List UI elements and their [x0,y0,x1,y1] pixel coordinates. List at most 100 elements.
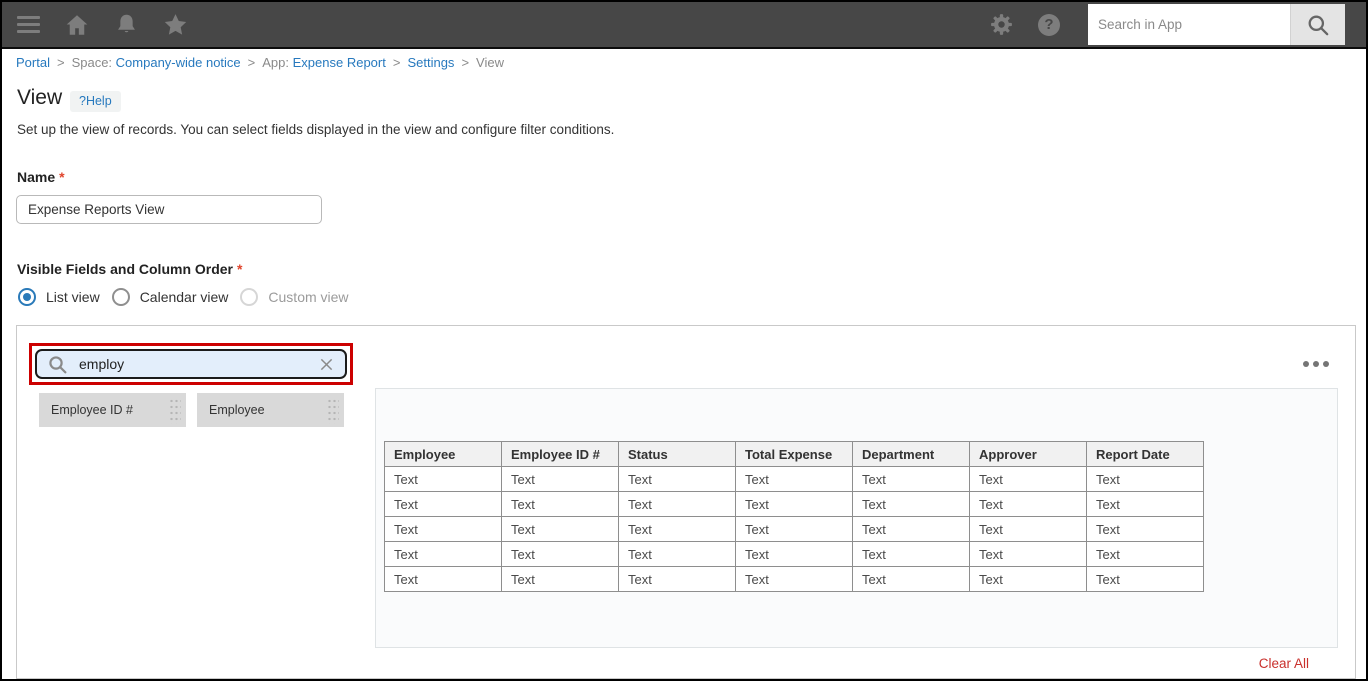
breadcrumb-link[interactable]: Settings [407,55,454,70]
view-name-input[interactable] [16,195,322,224]
breadcrumb: Portal > Space: Company-wide notice > App: E… [16,55,504,70]
page-title: View [17,86,63,109]
preview-table-cell: Text [969,566,1087,592]
home-icon[interactable] [63,11,91,39]
preview-table-cell: Text [501,466,619,492]
field-chip-label: Employee [209,403,265,417]
preview-table-cell: Text [618,516,736,542]
topbar-right-controls: ? [987,2,1366,47]
preview-table-cell: Text [501,566,619,592]
preview-table-cell: Text [852,541,970,567]
radio-circle-icon [18,288,36,306]
breadcrumb-separator: > [56,55,65,70]
search-in-app-input[interactable] [1088,4,1290,45]
help-link[interactable]: ?Help [70,91,121,112]
radio-option-list-view[interactable]: List view [18,288,100,306]
drag-handle-icon [326,396,339,424]
preview-table-cell: Text [969,491,1087,517]
drag-handle-icon [168,396,181,424]
visible-fields-label: Visible Fields and Column Order * [17,261,242,277]
highlight-rectangle [29,343,353,385]
preview-table-cell: Text [852,516,970,542]
preview-table-row: Text Text Text Text Text Text Text [384,566,1204,592]
radio-label: List view [46,289,100,305]
favorites-star-icon[interactable] [161,11,189,39]
app-search [1088,4,1345,45]
preview-table-cell: Text [735,566,853,592]
preview-column-header[interactable]: Employee [384,441,502,467]
breadcrumb-separator: > [461,55,470,70]
preview-table-cell: Text [618,566,736,592]
preview-column-header[interactable]: Approver [969,441,1087,467]
preview-table-row: Text Text Text Text Text Text Text [384,491,1204,517]
field-chip[interactable]: Employee ID # [39,393,186,427]
name-label: Name * [17,169,65,185]
name-label-text: Name [17,169,56,185]
field-picker-panel: Employee ID #Employee EmployeeEmployee I… [16,325,1356,679]
view-type-radio-group: List view Calendar view Custom view [18,288,349,306]
field-chip-label: Employee ID # [51,403,133,417]
preview-table-cell: Text [1086,541,1204,567]
preview-table-cell: Text [852,566,970,592]
topbar-left-icons [2,11,189,39]
settings-gear-icon[interactable] [987,11,1015,39]
visible-fields-label-text: Visible Fields and Column Order [17,261,234,277]
help-question-glyph: ? [1038,13,1060,36]
preview-table-cell: Text [969,466,1087,492]
preview-column-header[interactable]: Status [618,441,736,467]
required-asterisk: * [59,169,65,185]
breadcrumb-current: View [476,55,504,70]
app-window: ? Portal > Space: Company-wide notice > App:… [0,0,1368,681]
radio-circle-icon [111,288,130,306]
search-icon [1308,15,1329,35]
breadcrumb-link[interactable]: Portal [16,55,50,70]
preview-column-header[interactable]: Department [852,441,970,467]
preview-table-cell: Text [735,491,853,517]
radio-circle-icon [240,288,259,306]
preview-table-cell: Text [384,466,502,492]
breadcrumb-separator: > [392,55,401,70]
breadcrumb-link[interactable]: Expense Report [293,55,386,70]
field-chip[interactable]: Employee [197,393,344,427]
preview-table-cell: Text [501,516,619,542]
breadcrumb-prefix: Space: [71,55,116,70]
clear-all-link[interactable]: Clear All [1259,656,1309,671]
radio-option-calendar-view[interactable]: Calendar view [111,288,229,306]
preview-table-row: Text Text Text Text Text Text Text [384,466,1204,492]
preview-table-cell: Text [618,491,736,517]
preview-column-header[interactable]: Report Date [1086,441,1204,467]
preview-table-cell: Text [969,541,1087,567]
preview-table-cell: Text [1086,466,1204,492]
field-search-input[interactable] [77,355,315,373]
view-preview-panel: Employee Employee ID # Status Total Expense… [375,388,1338,648]
preview-table-row: Text Text Text Text Text Text Text [384,516,1204,542]
clear-search-icon[interactable] [319,357,334,372]
preview-column-header[interactable]: Total Expense [735,441,853,467]
breadcrumb-prefix: App: [262,55,293,70]
hamburger-menu-icon[interactable] [14,11,42,39]
help-icon[interactable]: ? [1035,11,1063,39]
preview-column-header[interactable]: Employee ID # [501,441,619,467]
preview-table-cell: Text [384,541,502,567]
radio-label: Calendar view [139,289,229,305]
preview-table: Employee Employee ID # Status Total Expense… [384,441,1204,592]
preview-table-cell: Text [384,516,502,542]
preview-table-cell: Text [735,466,853,492]
breadcrumb-separator: > [247,55,256,70]
radio-option-custom-view: Custom view [240,288,349,306]
preview-table-cell: Text [1086,516,1204,542]
preview-table-cell: Text [501,491,619,517]
preview-table-cell: Text [852,466,970,492]
preview-table-cell: Text [384,566,502,592]
top-navigation-bar: ? [2,2,1366,49]
preview-table-cell: Text [1086,566,1204,592]
field-search-box [35,349,347,379]
preview-table-cell: Text [618,466,736,492]
notifications-bell-icon[interactable] [112,11,140,39]
more-options-button[interactable] [1299,357,1333,371]
field-chips-row: Employee ID # Employee [39,393,344,427]
search-icon [47,354,68,375]
search-submit-button[interactable] [1290,4,1345,45]
preview-table-cell: Text [969,516,1087,542]
breadcrumb-link[interactable]: Company-wide notice [116,55,241,70]
